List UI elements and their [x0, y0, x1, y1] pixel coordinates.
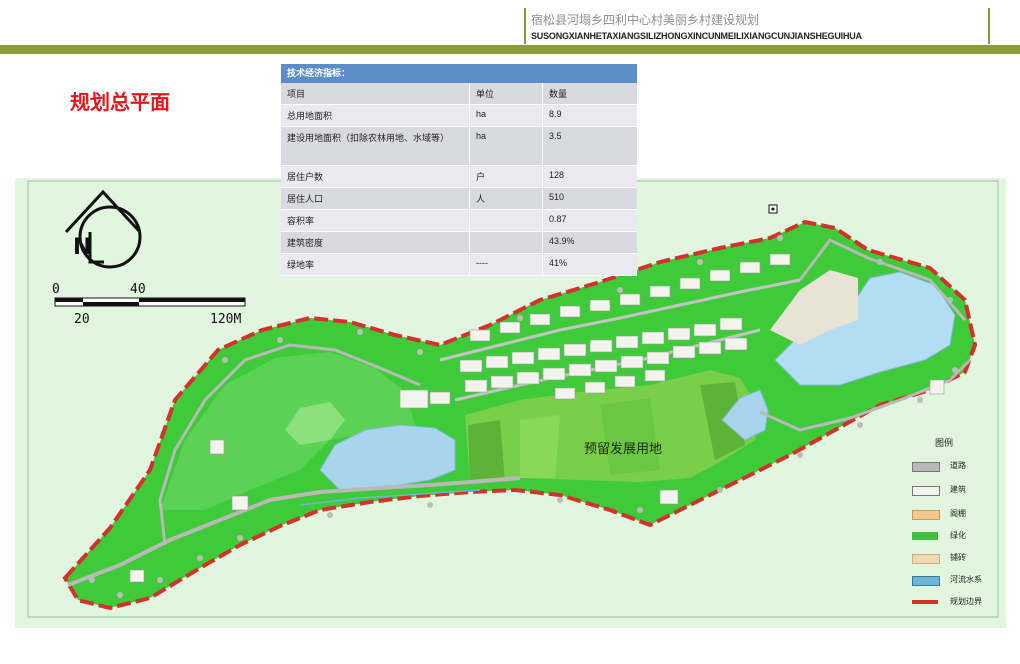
- table-header-row: 项目 单位 数量: [281, 83, 637, 105]
- legend-label: 河流水系: [950, 575, 982, 584]
- table-cell: 510: [549, 192, 565, 202]
- table-row: 容积率 0.87: [281, 210, 637, 232]
- scale-bar: [54, 297, 246, 307]
- column-header: 项目: [281, 83, 470, 104]
- table-row: 居住人口 人 510: [281, 188, 637, 210]
- legend-swatch-paving: [912, 554, 940, 564]
- legend-label: 绿化: [950, 531, 966, 540]
- reserve-field-1: [468, 420, 505, 482]
- scale-label-120m: 120M: [210, 312, 242, 327]
- reserve-land-label: 预留发展用地: [584, 442, 663, 457]
- table-cell: 3.5: [549, 131, 562, 141]
- reserve-field-3: [600, 398, 660, 475]
- header-bar: [0, 45, 1020, 54]
- table-cell: 总用地面积: [281, 105, 470, 126]
- table-row: 建设用地面积（扣除农林用地、水域等） ha 3.5: [281, 127, 637, 166]
- tech-economic-table: 技术经济指标： 项目 单位 数量 总用地面积 ha 8.9 建设用地面积（扣除农…: [281, 64, 637, 276]
- legend-swatch-green: [912, 532, 938, 540]
- table-cell: 建设用地面积（扣除农林用地、水域等）: [281, 127, 470, 165]
- legend-swatch-building: [912, 486, 940, 496]
- legend-label: 道路: [950, 461, 966, 470]
- column-header: 数量: [549, 89, 568, 99]
- table-row: 绿地率 ---- 41%: [281, 254, 637, 276]
- legend-label: 铺砖: [950, 553, 966, 562]
- legend-swatch-boundary: [912, 600, 938, 604]
- north-letter: N: [73, 235, 91, 260]
- table-cell: ha: [470, 105, 543, 126]
- header-divider-left: [524, 8, 526, 44]
- legend-label: 阁棚: [950, 509, 966, 518]
- table-cell: 128: [549, 170, 565, 180]
- legend-swatch-water: [912, 576, 940, 586]
- table-cell: 容积率: [281, 210, 470, 231]
- table-cell: 居住户数: [281, 166, 470, 187]
- table-cell: 户: [470, 166, 543, 187]
- table-cell: 居住人口: [281, 188, 470, 209]
- table-cell: 绿地率: [281, 254, 470, 275]
- scale-label-40: 40: [130, 282, 146, 297]
- table-row: 总用地面积 ha 8.9: [281, 105, 637, 127]
- legend-label: 规划边界: [950, 597, 982, 606]
- scale-label-20: 20: [74, 312, 90, 327]
- table-cell: ----: [470, 254, 543, 275]
- legend-title: 图例: [935, 439, 954, 449]
- table-row: 建筑密度 43.9%: [281, 232, 637, 254]
- table-cell: 41%: [549, 258, 568, 268]
- table-heading: 技术经济指标：: [281, 64, 637, 83]
- column-header: 单位: [470, 83, 543, 104]
- table-cell: 8.9: [549, 109, 562, 119]
- legend-swatch-road: [912, 462, 940, 472]
- scale-label-0: 0: [52, 282, 60, 297]
- legend-swatch-shed: [912, 510, 940, 520]
- table-cell: ha: [470, 127, 543, 165]
- table-cell: [470, 210, 543, 231]
- table-cell: [470, 232, 543, 253]
- table-cell: 人: [470, 188, 543, 209]
- document-title: 宿松县河塌乡四利中心村美丽乡村建设规划: [531, 13, 760, 27]
- document-subtitle: SUSONGXIANHETAXIANGSILIZHONGXINCUNMEILIX…: [531, 31, 862, 41]
- table-cell: 0.87: [549, 214, 567, 224]
- table-cell: 建筑密度: [281, 232, 470, 253]
- table-cell: 43.9%: [549, 236, 575, 246]
- header-divider-right: [988, 8, 990, 44]
- legend-label: 建筑: [950, 485, 966, 494]
- reserve-field-2: [520, 415, 560, 478]
- plan-title: 规划总平面: [70, 90, 170, 114]
- table-row: 居住户数 户 128: [281, 166, 637, 188]
